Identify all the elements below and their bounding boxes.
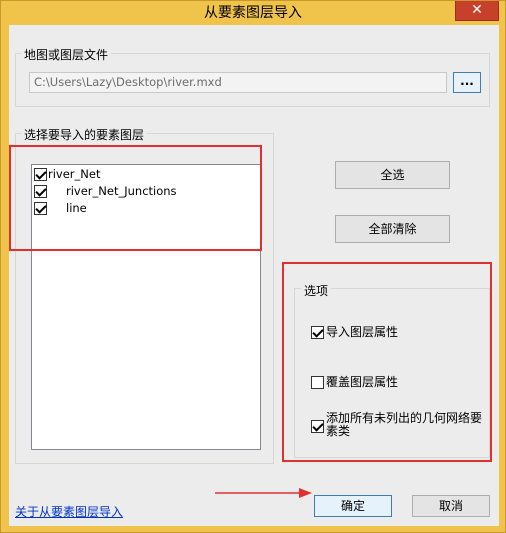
dialog-body: 地图或图层文件 C:\Users\Lazy\Desktop\river.mxd … [9, 25, 499, 526]
cancel-label: 取消 [438, 499, 463, 513]
map-path-value: C:\Users\Lazy\Desktop\river.mxd [34, 75, 222, 89]
add-unlisted-label: 添加所有未列出的几何网络要素类 [326, 411, 483, 438]
layer-tree[interactable]: river_Net river_Net_Junctions line [31, 164, 261, 450]
option-override-layer-props[interactable]: 覆盖图层属性 [311, 375, 398, 389]
layer-label: line [66, 201, 87, 215]
window-title: 从要素图层导入 [204, 5, 302, 21]
import-dialog-window: 从要素图层导入 ✕ 地图或图层文件 C:\Users\Lazy\Desktop\… [0, 0, 506, 533]
select-all-label: 全选 [380, 168, 405, 182]
layer-checkbox[interactable] [34, 168, 47, 181]
ok-label: 确定 [340, 499, 365, 513]
title-bar[interactable]: 从要素图层导入 [1, 1, 505, 25]
layer-label: river_Net_Junctions [66, 184, 177, 198]
layer-checkbox[interactable] [34, 202, 47, 215]
override-layer-props-checkbox[interactable] [311, 376, 324, 389]
override-layer-props-label: 覆盖图层属性 [326, 375, 399, 389]
layer-label: river_Net [48, 167, 101, 181]
option-import-layer-props[interactable]: 导入图层属性 [311, 325, 398, 339]
tree-row-river-net-junctions[interactable]: river_Net_Junctions [34, 184, 177, 200]
import-layer-props-label: 导入图层属性 [326, 325, 399, 339]
close-button[interactable]: ✕ [455, 1, 499, 21]
browse-label: ... [460, 74, 474, 88]
tree-row-river-net[interactable]: river_Net [34, 167, 100, 183]
options-group-label: 选项 [301, 282, 332, 299]
arrow-annotation-icon [215, 488, 312, 498]
map-path-input[interactable]: C:\Users\Lazy\Desktop\river.mxd [29, 72, 447, 93]
browse-button[interactable]: ... [453, 72, 481, 93]
add-unlisted-checkbox[interactable] [311, 420, 324, 433]
layer-checkbox[interactable] [34, 185, 47, 198]
ok-button[interactable]: 确定 [314, 495, 392, 517]
cancel-button[interactable]: 取消 [412, 495, 490, 517]
select-all-button[interactable]: 全选 [335, 161, 450, 189]
close-icon: ✕ [471, 2, 483, 18]
clear-all-label: 全部清除 [368, 222, 417, 236]
import-layer-props-checkbox[interactable] [311, 326, 324, 339]
about-link[interactable]: 关于从要素图层导入 [15, 503, 123, 520]
tree-row-line[interactable]: line [34, 201, 87, 217]
source-file-group-label: 地图或图层文件 [21, 46, 112, 63]
clear-all-button[interactable]: 全部清除 [335, 215, 450, 243]
layers-group-label: 选择要导入的要素图层 [21, 126, 148, 143]
